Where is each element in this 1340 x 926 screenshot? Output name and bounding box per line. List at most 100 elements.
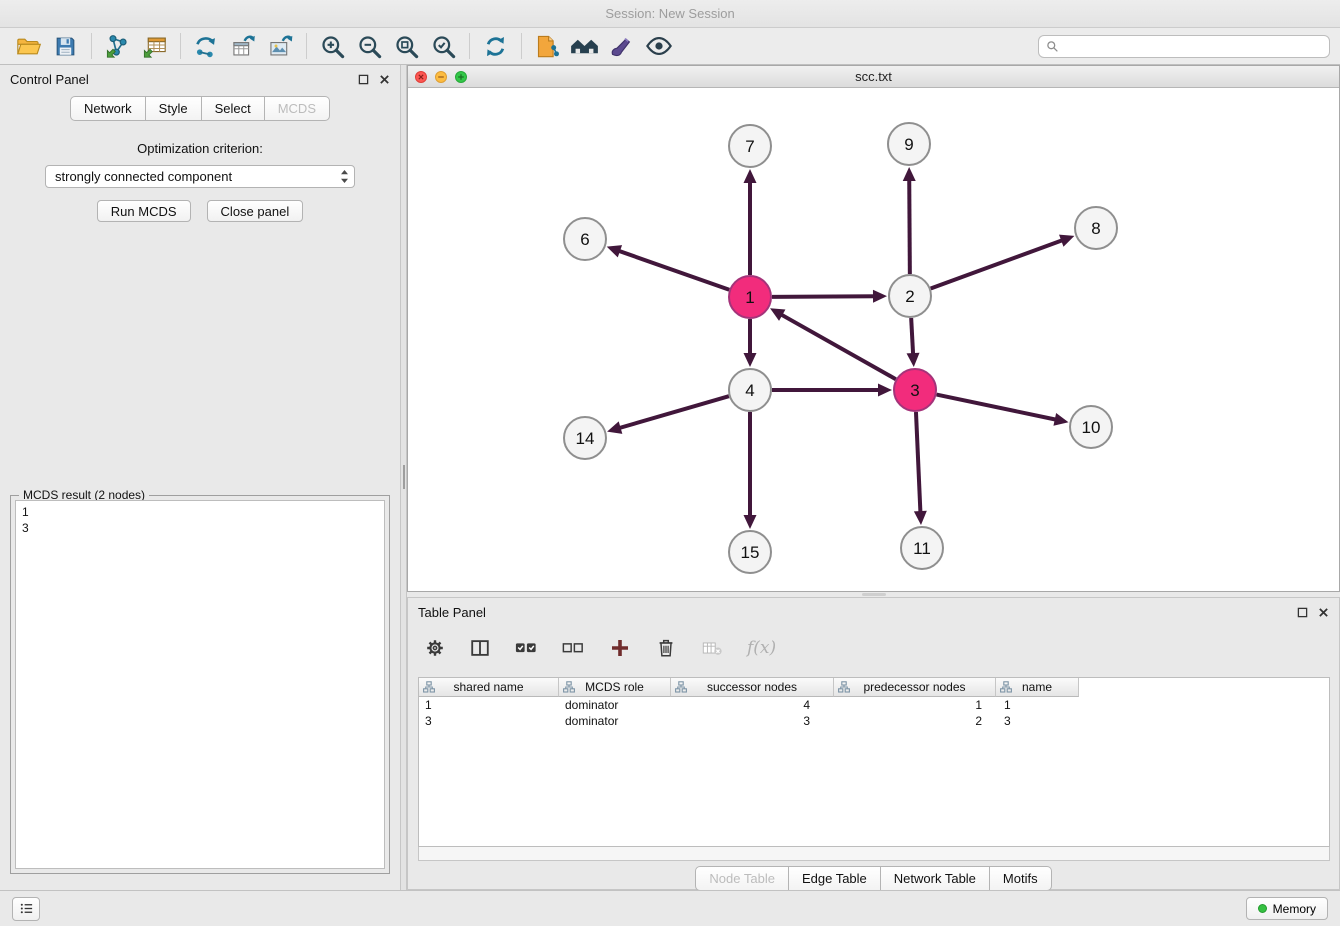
mcds-result-list[interactable]: 13 xyxy=(15,500,385,869)
column-header-predecessor-nodes[interactable]: predecessor nodes xyxy=(834,678,996,697)
table-cell[interactable]: 1 xyxy=(996,697,1079,713)
graph-node-11[interactable]: 11 xyxy=(901,527,943,569)
graphics-details-button[interactable] xyxy=(566,30,603,62)
table-cell[interactable]: dominator xyxy=(559,697,671,713)
column-header-mcds-role[interactable]: MCDS role xyxy=(559,678,671,697)
memory-label: Memory xyxy=(1273,902,1316,916)
image-arrow-icon xyxy=(267,33,294,60)
deselect-all-button[interactable] xyxy=(561,637,585,659)
memory-button[interactable]: Memory xyxy=(1246,897,1328,920)
graph-edge-2-8[interactable] xyxy=(931,240,1064,289)
tab-edge-table[interactable]: Edge Table xyxy=(789,866,881,891)
graph-node-3[interactable]: 3 xyxy=(894,369,936,411)
column-header-shared-name[interactable]: shared name xyxy=(419,678,559,697)
table-cell[interactable]: 3 xyxy=(996,713,1079,729)
graph-node-2[interactable]: 2 xyxy=(889,275,931,317)
column-type-icon xyxy=(675,681,687,693)
column-layout-button[interactable] xyxy=(469,637,491,659)
criterion-dropdown[interactable]: strongly connected component xyxy=(45,165,355,188)
tab-mcds[interactable]: MCDS xyxy=(265,96,330,121)
network-canvas[interactable]: 7 9 6 8 1 2 4 3 14 10 15 11 xyxy=(408,88,1339,591)
close-panel-icon-button[interactable] xyxy=(1318,607,1329,618)
panel-splitter[interactable] xyxy=(400,65,407,890)
graph-edge-1-6[interactable] xyxy=(617,250,729,289)
table-settings-button[interactable] xyxy=(424,637,446,659)
table-cell[interactable]: 1 xyxy=(834,697,996,713)
table-horizontal-scrollbar[interactable] xyxy=(418,847,1330,861)
zoom-out-button[interactable] xyxy=(351,30,388,62)
column-header-successor-nodes[interactable]: successor nodes xyxy=(671,678,834,697)
splitter-handle[interactable] xyxy=(403,465,405,489)
table-cell[interactable]: 2 xyxy=(834,713,996,729)
tab-network[interactable]: Network xyxy=(70,96,146,121)
zoom-in-button[interactable] xyxy=(314,30,351,62)
graph-edge-3-10[interactable] xyxy=(937,395,1058,420)
edge-arrowhead-icon xyxy=(1053,413,1068,426)
graph-node-6[interactable]: 6 xyxy=(564,218,606,260)
tab-network-table[interactable]: Network Table xyxy=(881,866,990,891)
float-panel-button[interactable] xyxy=(358,74,369,85)
export-image-button[interactable] xyxy=(262,30,299,62)
first-neighbors-button[interactable] xyxy=(529,30,566,62)
table-row[interactable]: 1dominator411 xyxy=(419,697,1329,713)
delete-row-button[interactable] xyxy=(655,637,677,659)
tab-select[interactable]: Select xyxy=(202,96,265,121)
refresh-button[interactable] xyxy=(477,30,514,62)
save-session-button[interactable] xyxy=(47,30,84,62)
delete-table-button[interactable] xyxy=(700,637,724,659)
new-network-button[interactable] xyxy=(188,30,225,62)
task-history-button[interactable] xyxy=(12,897,40,921)
close-panel-button[interactable]: Close panel xyxy=(207,200,304,222)
show-hide-button[interactable] xyxy=(640,30,677,62)
graph-node-7[interactable]: 7 xyxy=(729,125,771,167)
run-mcds-button[interactable]: Run MCDS xyxy=(97,200,191,222)
control-panel-title: Control Panel xyxy=(10,72,89,87)
add-row-button[interactable] xyxy=(608,636,632,660)
graph-node-15[interactable]: 15 xyxy=(729,531,771,573)
open-session-button[interactable] xyxy=(10,30,47,62)
select-all-button[interactable] xyxy=(514,637,538,659)
table-cell[interactable]: dominator xyxy=(559,713,671,729)
graph-node-8[interactable]: 8 xyxy=(1075,207,1117,249)
close-panel-icon-button[interactable] xyxy=(379,74,390,85)
node-table[interactable]: shared nameMCDS rolesuccessor nodesprede… xyxy=(418,677,1330,847)
minimize-window-button[interactable] xyxy=(435,71,447,83)
graph-edge-3-11[interactable] xyxy=(916,412,921,514)
edge-arrowhead-icon xyxy=(878,384,892,397)
search-input[interactable] xyxy=(1064,39,1322,53)
table-cell[interactable]: 3 xyxy=(671,713,834,729)
tab-motifs[interactable]: Motifs xyxy=(990,866,1052,891)
graph-node-10[interactable]: 10 xyxy=(1070,406,1112,448)
graph-edge-2-3[interactable] xyxy=(911,318,913,356)
zoom-window-button[interactable] xyxy=(455,71,467,83)
table-cell[interactable]: 3 xyxy=(419,713,559,729)
style-brush-button[interactable] xyxy=(603,30,640,62)
splitter-handle[interactable] xyxy=(862,593,886,596)
window-title: Session: New Session xyxy=(605,6,734,21)
graph-node-9[interactable]: 9 xyxy=(888,123,930,165)
graph-edge-4-14[interactable] xyxy=(618,396,729,428)
function-builder-button[interactable]: f(x) xyxy=(747,638,776,658)
network-window-title: scc.txt xyxy=(408,69,1339,84)
graph-node-4[interactable]: 4 xyxy=(729,369,771,411)
close-window-button[interactable] xyxy=(415,71,427,83)
tab-style[interactable]: Style xyxy=(146,96,202,121)
graph-node-14[interactable]: 14 xyxy=(564,417,606,459)
graph-node-1[interactable]: 1 xyxy=(729,276,771,318)
import-network-button[interactable] xyxy=(99,30,136,62)
float-panel-button[interactable] xyxy=(1297,607,1308,618)
import-table-button[interactable] xyxy=(136,30,173,62)
tab-node-table[interactable]: Node Table xyxy=(695,866,789,891)
graph-edge-3-1[interactable] xyxy=(780,314,896,380)
zoom-fit-button[interactable] xyxy=(388,30,425,62)
table-cell[interactable]: 1 xyxy=(419,697,559,713)
table-cell[interactable]: 4 xyxy=(671,697,834,713)
column-header-name[interactable]: name xyxy=(996,678,1079,697)
graph-edge-2-9[interactable] xyxy=(909,178,910,274)
graph-edge-1-2[interactable] xyxy=(772,296,876,297)
zoom-selected-button[interactable] xyxy=(425,30,462,62)
table-row[interactable]: 3dominator323 xyxy=(419,713,1329,729)
export-table-button[interactable] xyxy=(225,30,262,62)
search-field[interactable] xyxy=(1038,35,1330,58)
network-graph[interactable]: 7 9 6 8 1 2 4 3 14 10 15 11 xyxy=(408,88,1339,591)
